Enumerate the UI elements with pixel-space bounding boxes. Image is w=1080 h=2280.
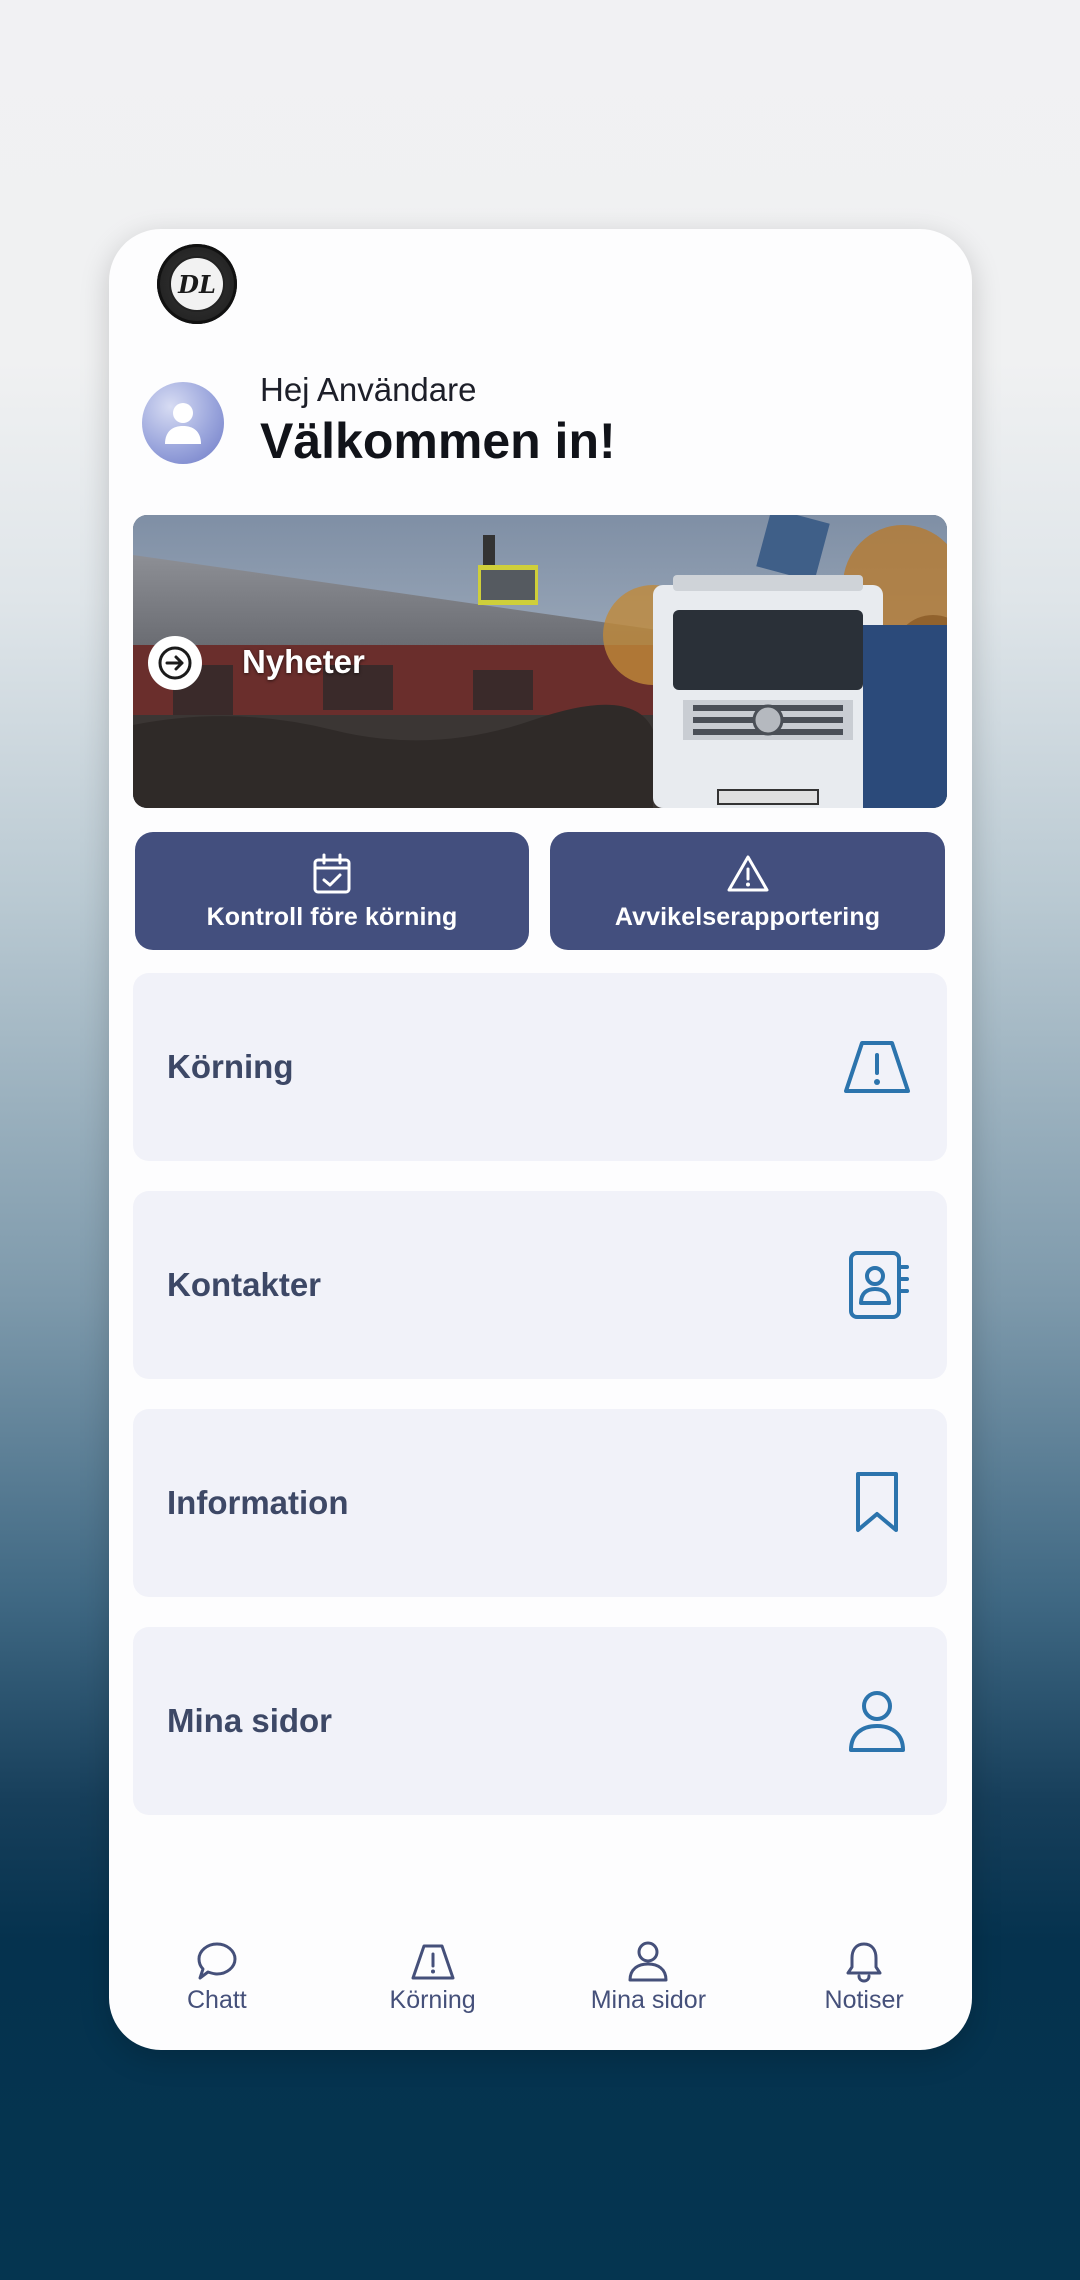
road-warning-icon	[837, 1027, 917, 1107]
user-icon	[837, 1681, 917, 1761]
user-icon	[628, 1941, 668, 1982]
menu-tile-information[interactable]: Information	[133, 1409, 947, 1597]
user-silhouette-icon	[165, 403, 201, 444]
news-arrow-button[interactable]	[148, 636, 202, 690]
chat-icon	[197, 1942, 237, 1980]
menu-tile-kontakter[interactable]: Kontakter	[133, 1191, 947, 1379]
app-screen: DL Hej Användare Välkommen in! Nyheter K…	[109, 229, 972, 2050]
bell-icon	[846, 1942, 882, 1983]
nav-notiser[interactable]: Notiser	[756, 1920, 972, 2050]
bottom-navigation: Chatt Körning Mina sidor Notiser	[109, 1920, 972, 2050]
nav-label: Körning	[389, 1986, 476, 2014]
nav-chatt[interactable]: Chatt	[109, 1920, 325, 2050]
menu-tile-label: Mina sidor	[167, 1702, 333, 1739]
menu-tile-label: Körning	[167, 1048, 294, 1085]
nav-label: Notiser	[824, 1986, 904, 2014]
deviation-report-label: Avvikelserapportering	[614, 902, 881, 931]
menu-tile-label: Kontakter	[167, 1266, 322, 1303]
logo-monogram: DL	[169, 256, 225, 312]
deviation-report-button[interactable]: Avvikelserapportering	[550, 832, 945, 950]
calendar-check-icon	[313, 853, 351, 893]
greeting-text: Hej Användare	[260, 371, 477, 408]
news-banner-label: Nyheter	[242, 643, 365, 680]
pre-drive-check-button[interactable]: Kontroll före körning	[135, 832, 529, 950]
news-banner[interactable]: Nyheter	[133, 515, 947, 808]
menu-tile-label: Information	[167, 1484, 349, 1521]
arrow-right-icon	[158, 646, 192, 680]
company-logo: DL	[157, 244, 237, 324]
warning-triangle-icon	[727, 855, 768, 891]
welcome-title: Välkommen in!	[260, 413, 616, 469]
nav-label: Chatt	[186, 1986, 247, 2014]
pre-drive-check-label: Kontroll före körning	[206, 902, 458, 931]
menu-tile-mina-sidor[interactable]: Mina sidor	[133, 1627, 947, 1815]
contact-book-icon	[837, 1245, 917, 1325]
nav-label: Mina sidor	[590, 1986, 707, 2014]
road-warning-icon	[411, 1944, 455, 1980]
bookmark-icon	[837, 1463, 917, 1543]
menu-tile-korning[interactable]: Körning	[133, 973, 947, 1161]
avatar[interactable]	[142, 382, 224, 464]
nav-mina-sidor[interactable]: Mina sidor	[541, 1920, 757, 2050]
nav-korning[interactable]: Körning	[325, 1920, 541, 2050]
